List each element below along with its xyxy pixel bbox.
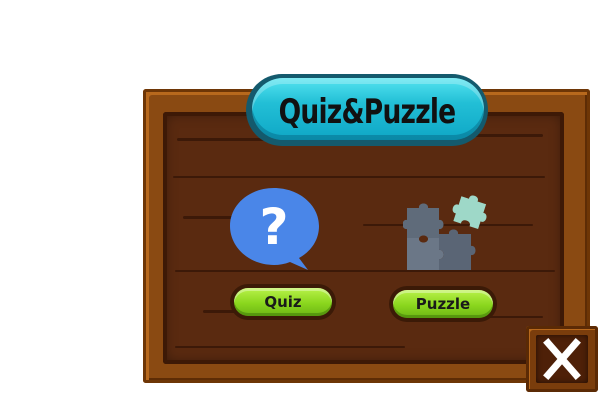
wood-grain-line — [175, 346, 405, 348]
puzzle-button[interactable]: Puzzle — [393, 290, 493, 318]
wooden-board — [163, 112, 564, 364]
puzzle-pieces-icon[interactable] — [403, 190, 495, 272]
close-button[interactable] — [526, 326, 598, 392]
close-button-inner — [536, 335, 588, 383]
wood-grain-line — [173, 176, 545, 178]
svg-text:?: ? — [259, 198, 288, 256]
game-title: Quiz&Puzzle — [278, 92, 457, 132]
close-icon — [543, 338, 581, 380]
game-menu-screen: Quiz&Puzzle ? Quiz Puzzle — [0, 0, 599, 417]
question-bubble-icon[interactable]: ? — [228, 186, 322, 272]
quiz-button[interactable]: Quiz — [234, 288, 332, 316]
